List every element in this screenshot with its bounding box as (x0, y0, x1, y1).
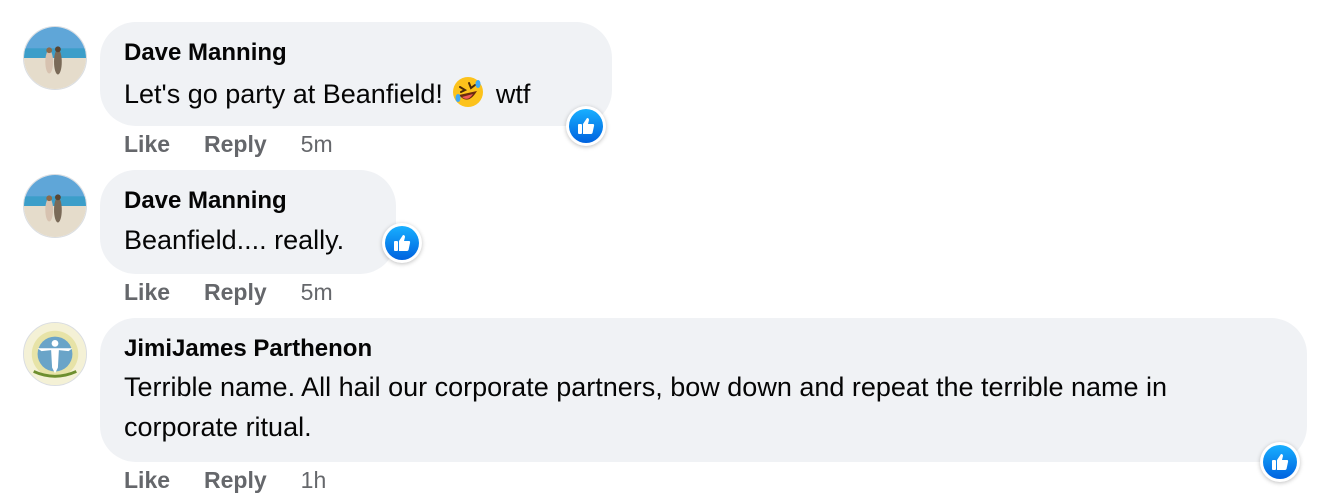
beach-photo-icon (24, 27, 86, 89)
comment-actions: Like Reply 5m (124, 279, 333, 306)
comment-text: Terrible name. All hail our corporate pa… (124, 372, 1168, 442)
comment-text: Beanfield.... really. (124, 225, 345, 255)
like-reaction-badge[interactable] (1260, 442, 1300, 482)
thumbs-up-icon (578, 118, 595, 134)
like-button[interactable]: Like (124, 279, 170, 306)
comment-text: Let's go party at Beanfield! wtf (124, 72, 530, 114)
comment-actions: Like Reply 5m (124, 131, 333, 158)
comment-text-part: wtf (495, 78, 531, 109)
rolling-on-floor-laughing-icon (453, 76, 484, 107)
comment-actions: Like Reply 1h (124, 467, 326, 494)
figure-emblem-icon (24, 323, 86, 385)
comment-author[interactable]: JimiJames Parthenon (124, 335, 372, 363)
avatar[interactable] (23, 26, 87, 90)
like-button[interactable]: Like (124, 467, 170, 494)
thumbs-up-icon (394, 235, 411, 251)
comment-bubble: Dave Manning Beanfield.... really. (100, 170, 396, 274)
comment-timestamp[interactable]: 5m (301, 131, 333, 158)
comment-bubble: JimiJames Parthenon Terrible name. All h… (100, 318, 1307, 462)
comment-timestamp[interactable]: 5m (301, 279, 333, 306)
like-button[interactable]: Like (124, 131, 170, 158)
avatar[interactable] (23, 322, 87, 386)
comment-text-part: Let's go party at Beanfield! (124, 78, 443, 109)
thumbs-up-icon (1272, 454, 1289, 470)
like-reaction-badge[interactable] (566, 106, 606, 146)
beach-photo-icon (24, 175, 86, 237)
comment-author[interactable]: Dave Manning (124, 187, 287, 215)
reply-button[interactable]: Reply (204, 467, 267, 494)
like-reaction-badge[interactable] (382, 223, 422, 263)
comment-author[interactable]: Dave Manning (124, 39, 287, 67)
reply-button[interactable]: Reply (204, 279, 267, 306)
comment-bubble: Dave Manning Let's go party at Beanfield… (100, 22, 612, 126)
comment-timestamp[interactable]: 1h (301, 467, 327, 494)
avatar[interactable] (23, 174, 87, 238)
reply-button[interactable]: Reply (204, 131, 267, 158)
